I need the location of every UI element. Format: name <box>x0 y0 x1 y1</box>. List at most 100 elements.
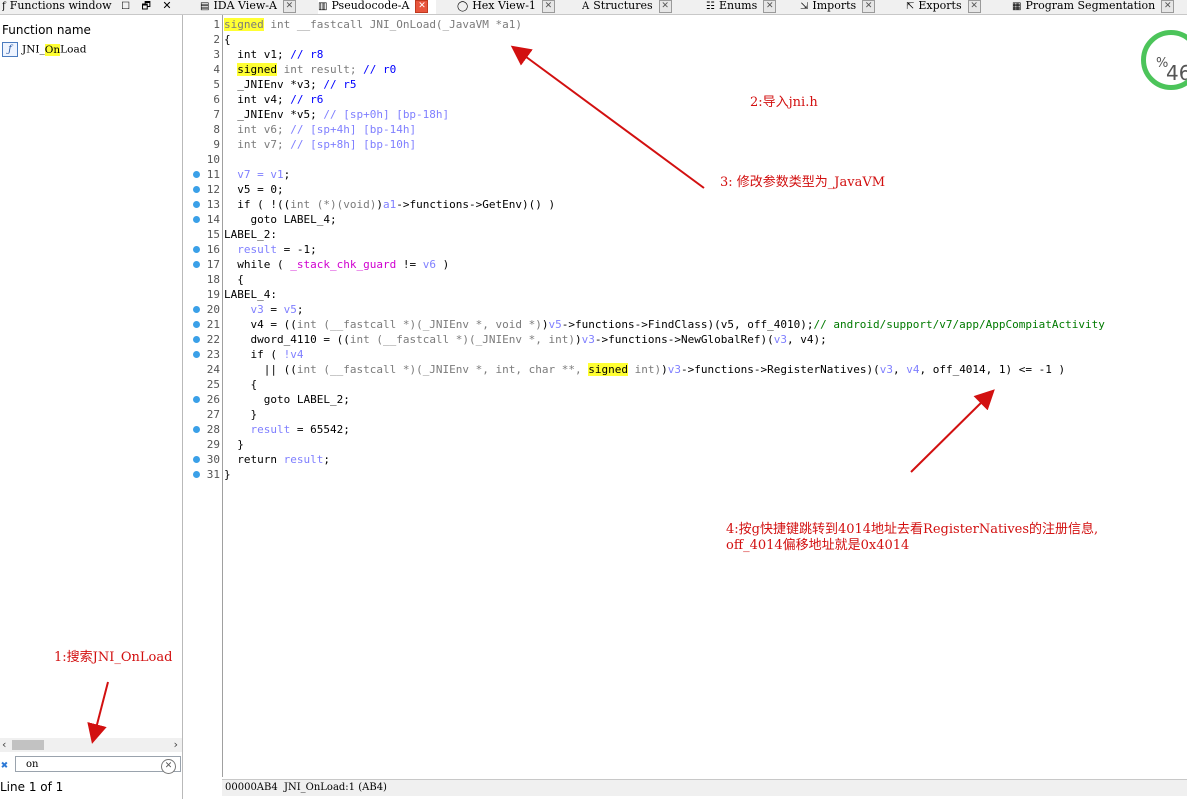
code-token: result <box>237 243 277 256</box>
code-text[interactable]: LABEL_2: <box>224 227 277 242</box>
breakpoint-dot-icon[interactable] <box>193 171 200 178</box>
code-token: v5 = 0; <box>224 183 284 196</box>
code-text[interactable]: result = 65542; <box>224 422 350 437</box>
code-text[interactable]: result = -1; <box>224 242 317 257</box>
breakpoint-dot-icon[interactable] <box>193 216 200 223</box>
line-number: 17 <box>206 258 220 271</box>
code-text[interactable]: v5 = 0; <box>224 182 284 197</box>
code-text[interactable]: { <box>224 32 231 47</box>
breakpoint-dot-icon[interactable] <box>193 261 200 268</box>
functions-window: Function name ƒ JNI_OnLoad ‹ › ✖ on ✕ Lin… <box>0 15 183 799</box>
close-icon[interactable]: ✕ <box>541 0 555 13</box>
float-window-icon[interactable]: ☐ <box>121 1 130 12</box>
close-icon[interactable]: ✕ <box>415 0 429 13</box>
tab-program-segmentation[interactable]: ▦ Program Segmentation ✕ <box>1012 0 1187 14</box>
code-token: ) <box>575 333 582 346</box>
close-icon[interactable]: ✕ <box>282 0 296 13</box>
code-token: ; <box>283 168 291 181</box>
code-text[interactable]: return result; <box>224 452 330 467</box>
function-list-item[interactable]: ƒ JNI_OnLoad <box>2 42 86 58</box>
code-text[interactable]: int v7; // [sp+8h] [bp-10h] <box>224 137 416 152</box>
code-token: // r0 <box>363 63 397 76</box>
tab-functions-window[interactable]: ƒ Functions window ☐ 🗗 ✕ <box>2 0 180 14</box>
breakpoint-dot-icon[interactable] <box>193 336 200 343</box>
close-filter-icon[interactable]: ✖ <box>1 758 8 772</box>
code-text[interactable]: } <box>224 407 257 422</box>
code-token: v3 <box>581 333 595 346</box>
code-text[interactable]: LABEL_4: <box>224 287 277 302</box>
breakpoint-dot-icon[interactable] <box>193 201 200 208</box>
breakpoint-dot-icon[interactable] <box>193 456 200 463</box>
code-token: ) <box>376 198 383 211</box>
code-token: v3 <box>773 333 787 346</box>
tab-label: Structures <box>593 0 653 12</box>
close-icon[interactable]: ✕ <box>967 0 981 13</box>
code-text[interactable]: signed int result; // r0 <box>224 62 396 77</box>
tab-imports[interactable]: ⇲ Imports ✕ <box>800 0 896 14</box>
tab-ida-view-a[interactable]: ▤ IDA View-A ✕ <box>200 0 300 14</box>
tab-enums[interactable]: ☷ Enums ✕ <box>706 0 786 14</box>
code-text[interactable]: goto LABEL_2; <box>224 392 350 407</box>
code-text[interactable]: goto LABEL_4; <box>224 212 336 227</box>
code-text[interactable]: if ( !((int (*)(void))a1->functions->Get… <box>224 197 555 212</box>
code-token: || (( <box>224 363 297 376</box>
tab-hex-view-1[interactable]: ◯ Hex View-1 ✕ <box>457 0 561 14</box>
code-text[interactable]: } <box>224 437 244 452</box>
code-token: v6 <box>422 258 436 271</box>
code-text[interactable]: int v4; // r6 <box>224 92 323 107</box>
line-number: 6 <box>213 93 220 106</box>
breakpoint-dot-icon[interactable] <box>193 396 200 403</box>
close-icon[interactable]: ✕ <box>1161 0 1175 13</box>
breakpoint-dot-icon[interactable] <box>193 306 200 313</box>
tab-exports[interactable]: ⇱ Exports ✕ <box>906 0 1002 14</box>
tab-structures[interactable]: A Structures ✕ <box>582 0 686 14</box>
code-text[interactable]: while ( _stack_chk_guard != v6 ) <box>224 257 449 272</box>
code-token: ) <box>661 363 668 376</box>
code-token: result <box>283 453 324 466</box>
code-text[interactable]: int v6; // [sp+4h] [bp-14h] <box>224 122 416 137</box>
scroll-right-icon[interactable]: › <box>172 738 179 751</box>
breakpoint-dot-icon[interactable] <box>193 426 200 433</box>
breakpoint-dot-icon[interactable] <box>193 471 200 478</box>
code-text[interactable]: v3 = v5; <box>224 302 304 317</box>
code-text[interactable]: _JNIEnv *v3; // r5 <box>224 77 356 92</box>
clear-search-icon[interactable]: ✕ <box>161 759 176 774</box>
close-icon[interactable]: ✕ <box>658 0 672 13</box>
code-token: v5 <box>283 303 297 316</box>
code-text[interactable]: || ((int (__fastcall *)(_JNIEnv *, int, … <box>224 362 1065 377</box>
breakpoint-dot-icon[interactable] <box>193 246 200 253</box>
code-text[interactable]: { <box>224 272 244 287</box>
breakpoint-dot-icon[interactable] <box>193 186 200 193</box>
breakpoint-dot-icon[interactable] <box>193 351 200 358</box>
close-icon[interactable]: ✕ <box>162 0 171 12</box>
code-text[interactable]: dword_4110 = ((int (__fastcall *)(_JNIEn… <box>224 332 826 347</box>
code-token: signed <box>237 63 277 76</box>
code-text[interactable]: int v1; // r8 <box>224 47 323 62</box>
imports-icon: ⇲ <box>800 1 809 12</box>
tab-pseudocode-a[interactable]: ▥ Pseudocode-A ✕ <box>318 0 436 14</box>
close-icon[interactable]: ✕ <box>763 0 777 13</box>
code-token: v3 <box>879 363 893 376</box>
line-number: 29 <box>206 438 220 451</box>
code-text[interactable]: { <box>224 377 257 392</box>
code-text[interactable]: if ( !v4 <box>224 347 303 362</box>
breakpoint-dot-icon[interactable] <box>193 321 200 328</box>
code-text[interactable]: v4 = ((int (__fastcall *)(_JNIEnv *, voi… <box>224 317 1104 332</box>
scrollbar-thumb[interactable] <box>12 740 44 750</box>
tab-label: Enums <box>718 0 758 12</box>
code-token: ) <box>435 258 450 271</box>
code-token: v4 <box>906 363 920 376</box>
code-text[interactable]: _JNIEnv *v5; // [sp+0h] [bp-18h] <box>224 107 449 122</box>
code-text[interactable]: v7 = v1; <box>224 167 290 182</box>
function-name-column-header[interactable]: Function name <box>2 23 91 37</box>
scroll-left-icon[interactable]: ‹ <box>1 738 8 751</box>
horizontal-scrollbar[interactable]: ‹ › <box>0 738 182 752</box>
code-token: dword_4110 = (( <box>224 333 350 346</box>
search-input[interactable]: on ✕ <box>15 756 181 774</box>
code-token: int (__fastcall *)(_JNIEnv *, void *) <box>296 318 542 331</box>
code-text[interactable]: } <box>224 467 231 482</box>
restore-window-icon[interactable]: 🗗 <box>142 1 151 12</box>
close-icon[interactable]: ✕ <box>862 0 876 13</box>
code-text[interactable]: signed int __fastcall JNI_OnLoad(_JavaVM… <box>224 17 522 32</box>
